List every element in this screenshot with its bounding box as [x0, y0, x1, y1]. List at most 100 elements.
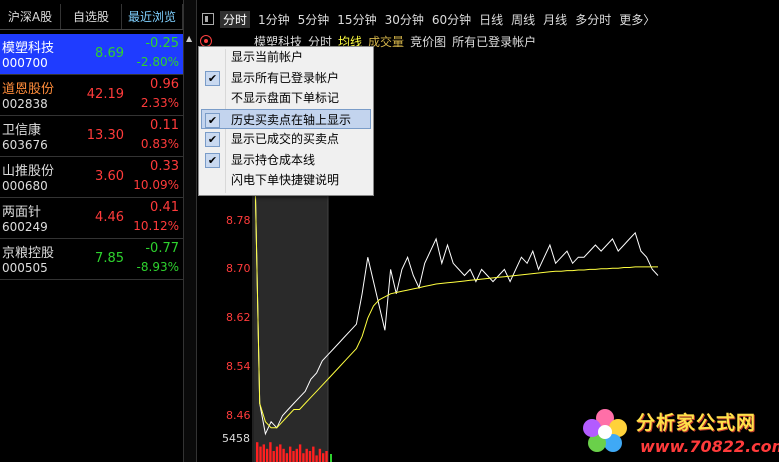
- stock-name: 两面针: [2, 205, 42, 220]
- context-menu-item[interactable]: 不显示盘面下单标记: [199, 88, 373, 109]
- volume-bar: [285, 453, 289, 462]
- stock-row[interactable]: 山推股份 000680 3.60 0.33 10.09%: [0, 157, 183, 198]
- volume-bar: [256, 442, 259, 462]
- stock-price: 3.60: [95, 169, 124, 184]
- stock-name: 京粮控股: [2, 246, 55, 261]
- volume-bar: [312, 446, 315, 462]
- checkbox-empty-icon: [205, 50, 220, 65]
- stock-change: -0.77: [145, 241, 179, 256]
- tab-watchlist[interactable]: 自选股: [61, 4, 122, 29]
- tab-recent[interactable]: 最近浏览: [122, 4, 183, 29]
- stock-change: 0.33: [150, 159, 179, 174]
- period-tab[interactable]: 更多〉: [619, 11, 655, 28]
- volume-bar: [269, 442, 272, 462]
- volume-bar: [295, 448, 298, 462]
- watermark: 分析家公式网 www.70822.com: [580, 404, 779, 462]
- stock-code: 000680: [2, 179, 48, 193]
- volume-bar: [259, 446, 262, 462]
- stock-code: 000700: [2, 56, 48, 70]
- context-menu-item[interactable]: ✔ 显示已成交的买卖点: [199, 129, 373, 150]
- period-tab[interactable]: 5分钟: [298, 11, 330, 28]
- panel-splitter[interactable]: [183, 0, 197, 462]
- stock-row[interactable]: 京粮控股 000505 7.85 -0.77 -8.93%: [0, 239, 183, 280]
- stock-name: 模塑科技: [2, 41, 55, 56]
- volume-bar: [272, 451, 275, 462]
- y-tick-label: 8.70: [226, 262, 251, 276]
- tab-shanghai-shenzhen-a[interactable]: 沪深A股: [0, 4, 61, 29]
- period-tab[interactable]: 周线: [511, 11, 535, 28]
- context-menu-item[interactable]: ✔ 显示所有已登录帐户: [199, 68, 373, 89]
- scroll-up-icon[interactable]: ▲: [186, 34, 192, 43]
- volume-bar: [279, 444, 282, 462]
- stock-row[interactable]: 卫信康 603676 13.30 0.11 0.83%: [0, 116, 183, 157]
- context-menu-item-label: 不显示盘面下单标记: [231, 91, 340, 105]
- volume-bar: [330, 454, 332, 462]
- context-menu-item-label: 显示所有已登录帐户: [231, 70, 340, 85]
- checkmark-icon: ✔: [205, 70, 220, 86]
- stock-price: 7.85: [95, 251, 124, 266]
- stock-name: 道恩股份: [2, 82, 55, 97]
- flower-logo-icon: [583, 409, 627, 452]
- y-tick-label: 8.54: [226, 359, 251, 373]
- volume-bar: [292, 451, 295, 462]
- volume-bar: [298, 444, 302, 462]
- volume-bar: [325, 451, 328, 462]
- stock-row[interactable]: 模塑科技 000700 8.69 -0.25 -2.80%: [0, 34, 183, 75]
- context-menu-item-label: 闪电下单快捷键说明: [231, 173, 340, 187]
- watermark-url: www.70822.com: [640, 437, 779, 456]
- context-menu-item[interactable]: 闪电下单快捷键说明: [199, 170, 373, 191]
- stock-row[interactable]: 两面针 600249 4.46 0.41 10.12%: [0, 198, 183, 239]
- accounts-label[interactable]: 所有已登录帐户: [452, 33, 536, 50]
- volume-bar: [282, 448, 285, 462]
- stock-change: 0.41: [150, 200, 179, 215]
- volume-bar: [308, 451, 312, 462]
- stock-code: 600249: [2, 220, 48, 234]
- volume-axis-label: 5458: [222, 432, 250, 445]
- y-tick-label: 8.62: [226, 311, 251, 325]
- stock-name: 卫信康: [2, 123, 42, 138]
- y-tick-label: 8.46: [226, 408, 251, 422]
- stock-price: 42.19: [86, 87, 124, 102]
- context-menu-item[interactable]: ✔ 历史买卖点在轴上显示: [201, 108, 371, 129]
- stock-change-pct: 2.33%: [140, 96, 179, 110]
- period-toolbar: 分时 1分钟 5分钟 15分钟 30分钟 60分钟 日线 周线 月线 多分时 更多〉: [198, 8, 779, 30]
- stock-price: 4.46: [95, 210, 124, 225]
- volume-bar: [265, 448, 269, 462]
- context-menu-item[interactable]: ✔ 显示持仓成本线: [199, 150, 373, 171]
- y-tick-label: 8.78: [226, 213, 251, 227]
- period-tab[interactable]: 月线: [543, 11, 567, 28]
- stock-change-pct: 0.83%: [140, 137, 179, 151]
- period-tab[interactable]: 15分钟: [337, 11, 376, 28]
- context-menu-item[interactable]: 显示当前帐户: [199, 47, 373, 68]
- volume-bar: [262, 444, 265, 462]
- period-tab[interactable]: 分时: [220, 10, 251, 28]
- stock-price: 13.30: [86, 128, 124, 143]
- context-menu: 显示当前帐户 ✔ 显示所有已登录帐户 不显示盘面下单标记 ✔ 历史买卖点在轴上显示 ✔ 显示已…: [198, 46, 374, 196]
- checkmark-icon: ✔: [205, 112, 220, 128]
- stock-change-pct: -2.80%: [136, 55, 179, 69]
- panel-toggle-icon[interactable]: [202, 13, 214, 25]
- watermark-title: 分析家公式网: [636, 412, 757, 434]
- checkmark-icon: ✔: [205, 132, 220, 147]
- stock-list-panel: 沪深A股 自选股 最近浏览 模塑科技 000700 8.69 -0.25 -2.80% 道…: [0, 0, 183, 462]
- stock-code: 002838: [2, 97, 48, 111]
- checkmark-icon: ✔: [205, 152, 220, 168]
- stock-list-tabs: 沪深A股 自选股 最近浏览: [0, 4, 183, 30]
- stock-row[interactable]: 道恩股份 002838 42.19 0.96 2.33%: [0, 75, 183, 116]
- period-tab[interactable]: 日线: [479, 11, 503, 28]
- volume-bar: [302, 453, 305, 462]
- stock-change-pct: 10.09%: [133, 178, 179, 192]
- period-tab[interactable]: 30分钟: [385, 11, 424, 28]
- auction-chart-label[interactable]: 竞价图: [410, 33, 446, 50]
- context-menu-item-label: 显示当前帐户: [231, 50, 304, 64]
- period-tab[interactable]: 多分时: [575, 11, 611, 28]
- period-tabs: 分时 1分钟 5分钟 15分钟 30分钟 60分钟 日线 周线 月线 多分时 更多〉: [220, 10, 663, 28]
- stock-change-pct: -8.93%: [136, 260, 179, 274]
- stock-price: 8.69: [95, 46, 124, 61]
- period-tab[interactable]: 60分钟: [432, 11, 471, 28]
- stock-list: 模塑科技 000700 8.69 -0.25 -2.80% 道恩股份 002838 42.19…: [0, 34, 183, 280]
- stock-code: 000505: [2, 261, 48, 275]
- period-tab[interactable]: 1分钟: [258, 11, 290, 28]
- context-menu-item-label: 显示已成交的买卖点: [231, 132, 340, 146]
- stock-change: 0.11: [150, 118, 179, 133]
